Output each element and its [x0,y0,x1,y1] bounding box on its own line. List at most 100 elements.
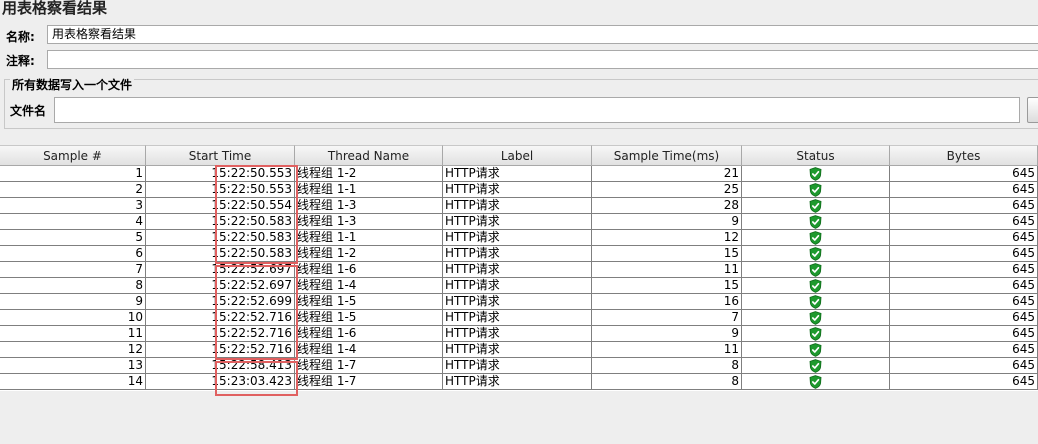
table-row[interactable]: 8 15:22:52.697 线程组 1-4 HTTP请求 15 645 [0,278,1038,294]
sample-number-cell: 2 [0,182,146,198]
sample-number-cell: 6 [0,246,146,262]
column-header-status[interactable]: Status [742,145,890,166]
label-cell: HTTP请求 [443,358,592,374]
table-row[interactable]: 14 15:23:03.423 线程组 1-7 HTTP请求 8 645 [0,374,1038,390]
sample-time-cell: 25 [592,182,742,198]
label-cell: HTTP请求 [443,374,592,390]
sample-time-cell: 8 [592,374,742,390]
status-cell [742,278,890,294]
name-label: 名称: [6,30,35,44]
label-cell: HTTP请求 [443,342,592,358]
column-header-sample-number[interactable]: Sample # [0,145,146,166]
success-shield-icon [809,247,822,261]
success-shield-icon [809,327,822,341]
sample-time-cell: 9 [592,214,742,230]
start-time-cell: 15:22:52.716 [146,326,295,342]
table-row[interactable]: 12 15:22:52.716 线程组 1-4 HTTP请求 11 645 [0,342,1038,358]
sample-time-cell: 8 [592,358,742,374]
bytes-cell: 645 [890,230,1038,246]
status-cell [742,214,890,230]
table-row[interactable]: 10 15:22:52.716 线程组 1-5 HTTP请求 7 645 [0,310,1038,326]
label-cell: HTTP请求 [443,214,592,230]
filename-field[interactable] [54,97,1020,123]
sample-time-cell: 16 [592,294,742,310]
start-time-cell: 15:22:58.413 [146,358,295,374]
column-header-sample-time[interactable]: Sample Time(ms) [592,145,742,166]
column-header-label[interactable]: Label [443,145,592,166]
bytes-cell: 645 [890,358,1038,374]
column-header-bytes[interactable]: Bytes [890,145,1038,166]
filename-label: 文件名 [10,104,47,118]
status-cell [742,230,890,246]
sample-time-cell: 7 [592,310,742,326]
label-cell: HTTP请求 [443,262,592,278]
sample-number-cell: 9 [0,294,146,310]
column-header-thread-name[interactable]: Thread Name [295,145,443,166]
start-time-cell: 15:22:50.583 [146,214,295,230]
thread-name-cell: 线程组 1-4 [295,342,443,358]
start-time-cell: 15:22:52.716 [146,310,295,326]
bytes-cell: 645 [890,182,1038,198]
status-cell [742,262,890,278]
thread-name-cell: 线程组 1-5 [295,294,443,310]
thread-name-cell: 线程组 1-3 [295,214,443,230]
start-time-cell: 15:22:52.697 [146,278,295,294]
table-row[interactable]: 7 15:22:52.697 线程组 1-6 HTTP请求 11 645 [0,262,1038,278]
table-row[interactable]: 5 15:22:50.583 线程组 1-1 HTTP请求 12 645 [0,230,1038,246]
start-time-cell: 15:22:50.583 [146,246,295,262]
label-cell: HTTP请求 [443,246,592,262]
bytes-cell: 645 [890,246,1038,262]
thread-name-cell: 线程组 1-1 [295,182,443,198]
table-row[interactable]: 9 15:22:52.699 线程组 1-5 HTTP请求 16 645 [0,294,1038,310]
bytes-cell: 645 [890,374,1038,390]
column-header-start-time[interactable]: Start Time [146,145,295,166]
sample-time-cell: 12 [592,230,742,246]
status-cell [742,310,890,326]
success-shield-icon [809,167,822,181]
start-time-cell: 15:23:03.423 [146,374,295,390]
status-cell [742,166,890,182]
sample-time-cell: 11 [592,262,742,278]
label-cell: HTTP请求 [443,182,592,198]
thread-name-cell: 线程组 1-7 [295,374,443,390]
status-cell [742,326,890,342]
sample-number-cell: 5 [0,230,146,246]
start-time-cell: 15:22:50.583 [146,230,295,246]
table-row[interactable]: 11 15:22:52.716 线程组 1-6 HTTP请求 9 645 [0,326,1038,342]
bytes-cell: 645 [890,214,1038,230]
success-shield-icon [809,199,822,213]
start-time-cell: 15:22:50.553 [146,182,295,198]
comment-field[interactable] [47,50,1038,69]
name-field[interactable]: 用表格察看结果 [47,25,1038,44]
thread-name-cell: 线程组 1-5 [295,310,443,326]
sample-number-cell: 8 [0,278,146,294]
browse-button[interactable] [1027,97,1038,123]
success-shield-icon [809,311,822,325]
bytes-cell: 645 [890,294,1038,310]
table-row[interactable]: 1 15:22:50.553 线程组 1-2 HTTP请求 21 645 [0,166,1038,182]
success-shield-icon [809,343,822,357]
start-time-cell: 15:22:50.553 [146,166,295,182]
thread-name-cell: 线程组 1-7 [295,358,443,374]
table-row[interactable]: 2 15:22:50.553 线程组 1-1 HTTP请求 25 645 [0,182,1038,198]
success-shield-icon [809,359,822,373]
table-row[interactable]: 13 15:22:58.413 线程组 1-7 HTTP请求 8 645 [0,358,1038,374]
label-cell: HTTP请求 [443,294,592,310]
table-row[interactable]: 3 15:22:50.554 线程组 1-3 HTTP请求 28 645 [0,198,1038,214]
status-cell [742,182,890,198]
sample-number-cell: 14 [0,374,146,390]
success-shield-icon [809,295,822,309]
table-row[interactable]: 4 15:22:50.583 线程组 1-3 HTTP请求 9 645 [0,214,1038,230]
label-cell: HTTP请求 [443,278,592,294]
sample-number-cell: 13 [0,358,146,374]
status-cell [742,198,890,214]
table-row[interactable]: 6 15:22:50.583 线程组 1-2 HTTP请求 15 645 [0,246,1038,262]
sample-time-cell: 15 [592,246,742,262]
sample-number-cell: 12 [0,342,146,358]
sample-time-cell: 15 [592,278,742,294]
panel-title: 用表格察看结果 [2,0,108,17]
sample-number-cell: 7 [0,262,146,278]
thread-name-cell: 线程组 1-4 [295,278,443,294]
thread-name-cell: 线程组 1-3 [295,198,443,214]
bytes-cell: 645 [890,326,1038,342]
